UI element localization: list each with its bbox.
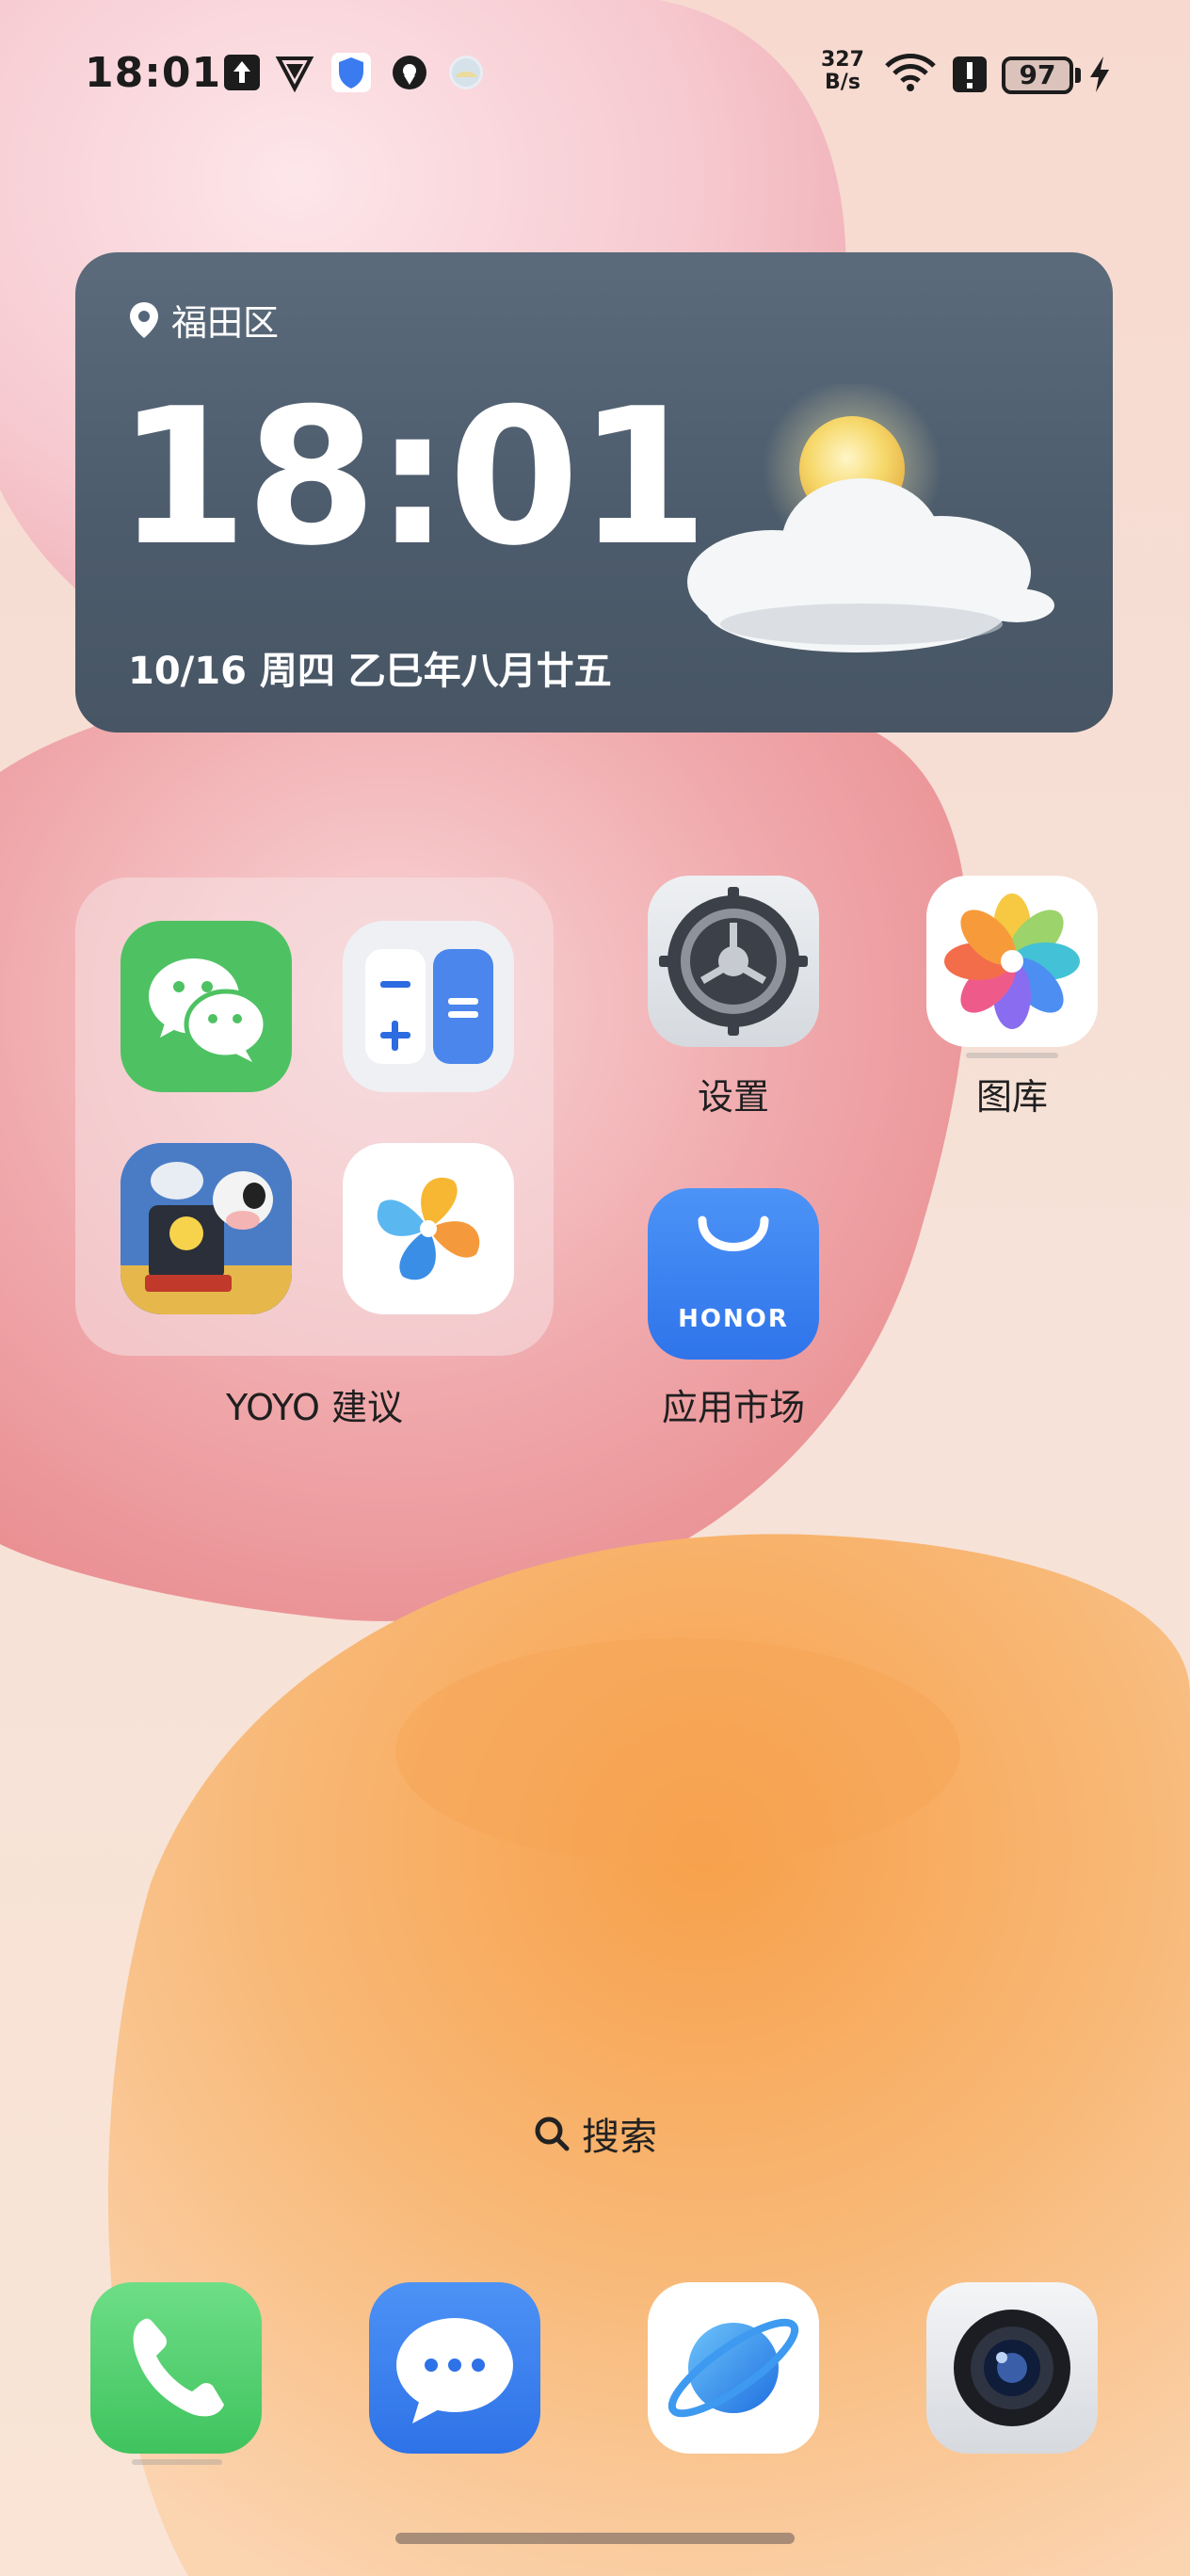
network-speed: 327 B/s xyxy=(821,49,864,94)
phone-icon[interactable] xyxy=(90,2282,262,2454)
wechat-icon[interactable] xyxy=(121,921,292,1092)
widget-clock-time: 18:01 xyxy=(117,368,709,588)
vpn-icon xyxy=(275,56,314,92)
messages-icon[interactable] xyxy=(369,2282,540,2454)
gallery-icon[interactable] xyxy=(926,876,1098,1047)
upload-notification-icon xyxy=(224,55,260,90)
weather-location-text: 福田区 xyxy=(171,302,280,344)
widget-date: 10/16 周四 乙巳年八月廿五 xyxy=(128,650,612,693)
location-icon xyxy=(393,56,426,89)
phone-stack-indicator xyxy=(132,2459,222,2465)
battery-indicator: 97 xyxy=(1002,56,1073,94)
app-market-label: 应用市场 xyxy=(661,1387,805,1428)
gallery-label: 图库 xyxy=(975,1076,1048,1118)
weather-status-icon xyxy=(449,56,483,89)
camera-icon[interactable] xyxy=(926,2282,1098,2454)
battery-tip xyxy=(1075,68,1081,83)
home-gesture-bar[interactable] xyxy=(395,2533,795,2544)
gallery-stack-indicator xyxy=(966,1053,1058,1058)
security-shield-icon xyxy=(331,53,371,92)
settings-icon[interactable] xyxy=(648,876,819,1047)
app-market-brand: HONOR xyxy=(678,1305,789,1333)
calculator-icon[interactable] xyxy=(343,921,514,1092)
folder-label: YOYO 建议 xyxy=(225,1387,404,1428)
alert-icon xyxy=(953,56,987,92)
charging-bolt-icon xyxy=(1090,56,1109,92)
network-speed-value: 327 xyxy=(821,48,864,72)
wifi-icon xyxy=(885,54,936,91)
status-time: 18:01 xyxy=(85,49,222,97)
status-bar: 18:01 327 B/s 97 xyxy=(0,0,1190,151)
search-label: 搜索 xyxy=(582,2116,657,2159)
settings-label: 设置 xyxy=(697,1076,769,1118)
app-market-icon[interactable]: HONOR xyxy=(648,1188,819,1360)
search-button[interactable]: 搜索 xyxy=(499,2100,691,2167)
pinwheel-app-icon[interactable] xyxy=(343,1143,514,1314)
partly-cloudy-icon xyxy=(687,384,1054,652)
yoyo-suggestions-folder[interactable] xyxy=(75,877,554,1356)
network-speed-unit: B/s xyxy=(825,71,860,94)
search-icon xyxy=(535,2117,570,2151)
browser-icon[interactable] xyxy=(648,2282,819,2454)
map-pin-icon xyxy=(130,301,158,338)
train-game-icon[interactable] xyxy=(121,1143,292,1314)
weather-location: 福田区 xyxy=(128,294,279,346)
weather-clock-widget[interactable]: 福田区 18:01 10/16 周四 乙巳年八月廿五 xyxy=(75,252,1113,733)
